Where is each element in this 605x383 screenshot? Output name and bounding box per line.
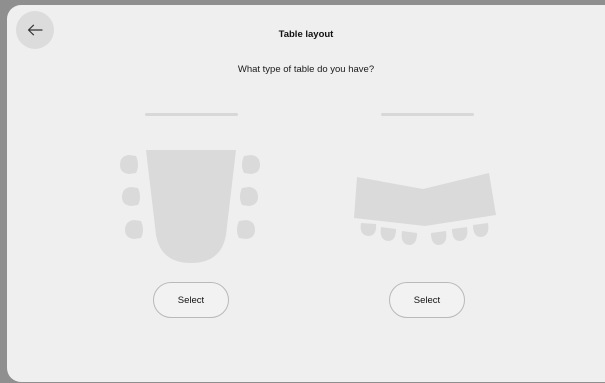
select-angled-button[interactable]: Select xyxy=(389,282,465,318)
option-u-shaped-table: Select xyxy=(105,105,275,335)
table-layout-screen: Table layout What type of table do you h… xyxy=(7,5,605,382)
table-type-prompt: What type of table do you have? xyxy=(237,64,375,75)
page-title: Table layout xyxy=(278,29,334,40)
option-divider xyxy=(145,113,238,116)
option-divider xyxy=(381,113,474,116)
select-u-shaped-button[interactable]: Select xyxy=(153,282,229,318)
angled-table-icon xyxy=(354,173,496,245)
option-angled-table: Select xyxy=(341,105,511,335)
u-shaped-table-icon xyxy=(120,150,260,263)
